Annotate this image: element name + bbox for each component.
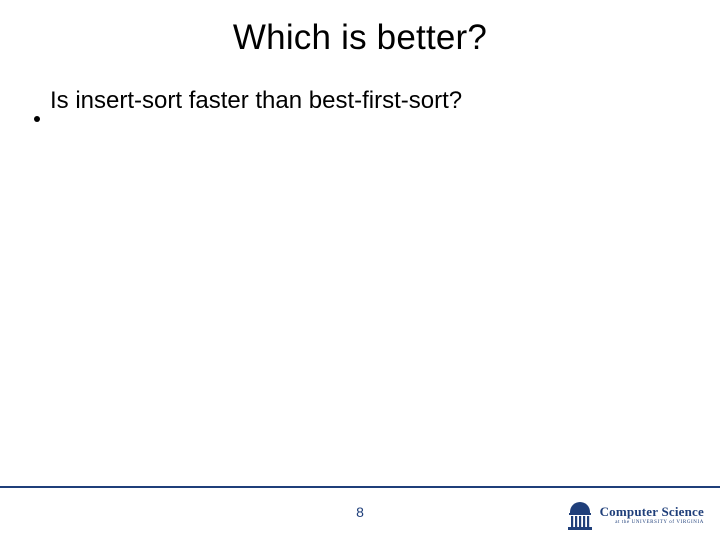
slide: Which is better? Is insert-sort faster t… xyxy=(0,0,720,540)
footer-logo-text: Computer Science at the UNIVERSITY of VI… xyxy=(600,505,704,525)
slide-title: Which is better? xyxy=(0,18,720,58)
slide-body: Is insert-sort faster than best-first-so… xyxy=(34,86,686,116)
bullet-item: Is insert-sort faster than best-first-so… xyxy=(34,86,686,116)
footer-divider xyxy=(0,486,720,488)
bullet-dot-icon xyxy=(34,116,40,122)
footer-logo: Computer Science at the UNIVERSITY of VI… xyxy=(566,498,704,532)
bullet-text: Is insert-sort faster than best-first-so… xyxy=(50,86,462,116)
uva-rotunda-icon xyxy=(566,498,594,532)
footer-logo-main: Computer Science xyxy=(600,505,704,518)
footer-logo-sub: at the UNIVERSITY of VIRGINIA xyxy=(600,520,704,525)
